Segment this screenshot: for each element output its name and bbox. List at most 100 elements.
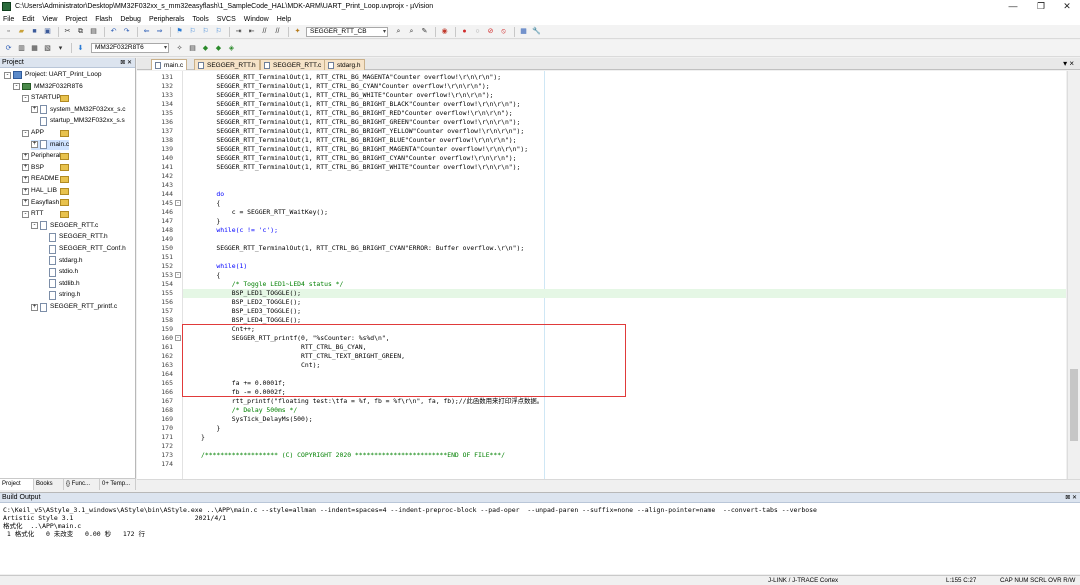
menu-debug[interactable]: Debug (120, 16, 141, 23)
code-line[interactable]: SEGGER_RTT_TerminalOut(1, RTT_CTRL_BG_BR… (201, 109, 512, 118)
tree-item[interactable]: stdio.h (40, 267, 78, 277)
target-options-icon[interactable]: ✧ (175, 44, 184, 53)
enable-breakpoint-icon[interactable]: ○ (473, 27, 482, 36)
close-button[interactable]: ✕ (1054, 0, 1080, 13)
tab-segger-rtt-h[interactable]: SEGGER_RTT.h (194, 59, 260, 70)
expand-icon[interactable]: + (22, 199, 29, 207)
tree-item[interactable]: + system_MM32F032xx_s.c (31, 105, 126, 115)
code-line[interactable]: SEGGER_RTT_TerminalOut(1, RTT_CTRL_BG_BR… (201, 127, 524, 136)
tab-project[interactable]: Project (0, 479, 34, 490)
debug-session-icon[interactable]: ◉ (440, 27, 449, 36)
tree-item[interactable]: + BSP (22, 163, 69, 173)
download-icon[interactable]: ⬇ (76, 44, 85, 53)
tab-main-c[interactable]: main.c (151, 59, 188, 70)
tree-item[interactable]: + HAL_LIB (22, 186, 69, 196)
code-line[interactable]: SEGGER_RTT_TerminalOut(1, RTT_CTRL_BG_BR… (201, 244, 524, 253)
code-line[interactable]: SEGGER_RTT_TerminalOut(1, RTT_CTRL_BG_BR… (201, 154, 516, 163)
code-line[interactable]: SEGGER_RTT_TerminalOut(1, RTT_CTRL_BG_BR… (201, 145, 528, 154)
code-line[interactable]: /* Toggle LED1~LED4 status */ (201, 280, 344, 289)
code-line[interactable]: SEGGER_RTT_TerminalOut(1, RTT_CTRL_BG_BR… (201, 136, 516, 145)
code-line[interactable]: /******************* (C) COPYRIGHT 2020 … (201, 451, 505, 460)
save-icon[interactable]: ■ (30, 27, 39, 36)
configure-icon[interactable]: 🔧 (532, 27, 541, 36)
redo-icon[interactable]: ↷ (122, 27, 131, 36)
tab-templates[interactable]: 0+ Temp... (100, 479, 136, 490)
window-layout-icon[interactable]: ▦ (519, 27, 528, 36)
code-line[interactable]: while(c != 'c'); (201, 226, 278, 235)
tab-list-menu-icon[interactable]: ▾ × (1063, 58, 1074, 69)
menu-file[interactable]: File (3, 16, 14, 23)
tree-item[interactable]: - RTT (22, 209, 69, 219)
code-line[interactable]: SEGGER_RTT_TerminalOut(1, RTT_CTRL_BG_WH… (201, 91, 493, 100)
tree-item[interactable]: - APP (22, 128, 69, 138)
pack-installer-icon[interactable]: ◈ (227, 44, 236, 53)
tree-item[interactable]: - Project: UART_Print_Loop (4, 70, 101, 80)
build-icon[interactable]: ▥ (17, 44, 26, 53)
panel-close-icon[interactable]: ⊠ ✕ (120, 58, 132, 68)
menu-view[interactable]: View (42, 16, 57, 23)
insert-breakpoint-icon[interactable]: ● (460, 27, 469, 36)
fold-toggle-icon[interactable]: - (175, 335, 181, 341)
indent-icon[interactable]: ⇥ (234, 27, 243, 36)
unindent-icon[interactable]: ⇤ (247, 27, 256, 36)
tree-item[interactable]: SEGGER_RTT_Conf.h (40, 244, 126, 254)
code-line[interactable]: { (201, 271, 220, 280)
tree-item[interactable]: + main.c (31, 139, 70, 150)
fold-toggle-icon[interactable]: - (175, 272, 181, 278)
stop-build-icon[interactable]: ▾ (56, 44, 65, 53)
tree-item[interactable]: SEGGER_RTT.h (40, 232, 108, 242)
minimize-button[interactable]: — (1000, 0, 1026, 13)
menu-tools[interactable]: Tools (192, 16, 208, 23)
tab-books[interactable]: Books (34, 479, 64, 490)
collapse-icon[interactable]: - (31, 222, 38, 230)
new-file-icon[interactable]: ▫ (4, 27, 13, 36)
expand-icon[interactable]: + (22, 164, 29, 172)
find-combo[interactable]: SEGGER_RTT_CB ▾ (306, 26, 388, 37)
code-line[interactable]: c = SEGGER_RTT_WaitKey(); (201, 208, 328, 217)
tree-item[interactable]: startup_MM32F032xx_s.s (31, 116, 125, 126)
expand-icon[interactable]: + (22, 187, 29, 195)
menu-svcs[interactable]: SVCS (217, 16, 236, 23)
navigate-forward-icon[interactable]: ⇒ (155, 27, 164, 36)
find-icon[interactable]: ⌕ (394, 27, 403, 36)
editor-vertical-scrollbar[interactable] (1067, 71, 1080, 480)
restore-button[interactable]: ❐ (1028, 0, 1054, 13)
tree-item[interactable]: stdlib.h (40, 279, 80, 289)
code-line[interactable]: { (201, 199, 220, 208)
file-extensions-icon[interactable]: ▤ (188, 44, 197, 53)
tree-item[interactable]: - SEGGER_RTT.c (31, 221, 98, 231)
code-line[interactable]: } (201, 433, 205, 442)
translate-icon[interactable]: ⟳ (4, 44, 13, 53)
menu-edit[interactable]: Edit (22, 16, 34, 23)
code-line[interactable]: BSP_LED1_TOGGLE(); (201, 289, 301, 298)
bookmark-icon[interactable]: ⚑ (175, 27, 184, 36)
code-line[interactable]: /* Delay 500ms */ (201, 406, 297, 415)
collapse-icon[interactable]: - (22, 129, 29, 137)
tree-item[interactable]: + Peripheral (22, 151, 69, 161)
panel-close-icon[interactable]: ⊠ ✕ (1065, 493, 1077, 503)
expand-icon[interactable]: + (31, 106, 38, 114)
open-file-icon[interactable]: ▰ (17, 27, 26, 36)
code-line[interactable]: SEGGER_RTT_TerminalOut(1, RTT_CTRL_BG_BR… (201, 118, 520, 127)
code-line[interactable]: SysTick_DelayMs(500); (201, 415, 313, 424)
save-all-icon[interactable]: ▣ (43, 27, 52, 36)
undo-icon[interactable]: ↶ (109, 27, 118, 36)
expand-icon[interactable]: + (22, 175, 29, 183)
code-line[interactable]: SEGGER_RTT_TerminalOut(1, RTT_CTRL_BG_BR… (201, 100, 520, 109)
tree-item[interactable]: + README (22, 174, 69, 184)
tree-item[interactable]: string.h (40, 290, 80, 300)
code-line[interactable]: SEGGER_RTT_TerminalOut(1, RTT_CTRL_BG_CY… (201, 82, 489, 91)
menu-peripherals[interactable]: Peripherals (149, 16, 184, 23)
menu-project[interactable]: Project (65, 16, 87, 23)
target-select[interactable]: MM32F032R8T6 ▾ (91, 43, 169, 53)
code-line[interactable]: SEGGER_RTT_TerminalOut(1, RTT_CTRL_BG_BR… (201, 163, 520, 172)
uncomment-icon[interactable]: // (273, 27, 282, 36)
code-line[interactable]: SEGGER_RTT_TerminalOut(1, RTT_CTRL_BG_MA… (201, 73, 501, 82)
clear-bookmarks-icon[interactable]: ⚐ (214, 27, 223, 36)
code-line[interactable]: do (201, 190, 224, 199)
scrollbar-thumb[interactable] (1070, 369, 1078, 441)
tab-functions[interactable]: {} Func... (64, 479, 100, 490)
collapse-icon[interactable]: - (22, 210, 29, 218)
menu-window[interactable]: Window (244, 16, 269, 23)
rebuild-icon[interactable]: ▦ (30, 44, 39, 53)
